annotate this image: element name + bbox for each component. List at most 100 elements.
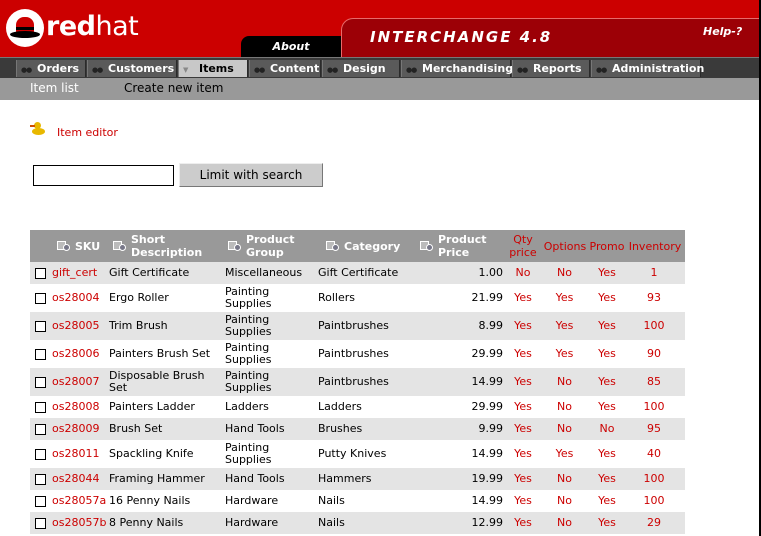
col-header-inventory: Inventory [628,239,682,253]
nav-item-design[interactable]: ●● Design [322,60,400,77]
cell-options: Yes [555,319,574,332]
cell-promo: Yes [598,516,616,529]
nav-item-orders[interactable]: ●● Orders [16,60,86,77]
redhat-logo[interactable]: redhat [6,9,139,49]
col-header-category[interactable]: Category [326,230,421,262]
cell-price: 19.99 [471,472,504,485]
cell-category: Gift Certificate [318,266,399,279]
cell-qty-price: Yes [514,400,532,413]
cell-product-group: Ladders [225,400,269,413]
col-header-product-price[interactable]: Product Price [420,230,510,262]
cell-promo: Yes [598,494,616,507]
cell-inventory: 1 [650,266,658,279]
cell-options: No [557,422,572,435]
cell-qty-price: Yes [514,319,532,332]
search-input[interactable] [33,165,174,186]
col-header-product-group[interactable]: Product Group [228,230,318,262]
cell-sku[interactable]: os28006 [52,340,108,368]
cell-qty-price: Yes [514,447,532,460]
cell-sku[interactable]: gift_cert [52,262,108,284]
col-header-sku[interactable]: SKU [57,230,107,262]
limit-with-search-button[interactable]: Limit with search [179,163,323,187]
cell-qty-price: No [515,266,531,279]
row-checkbox[interactable] [35,517,46,529]
nav-item-merchandising[interactable]: ●● Merchandising [401,60,513,77]
cell-sku[interactable]: os28057a [52,490,108,512]
row-checkbox[interactable] [35,267,46,279]
cell-sku[interactable]: os28005 [52,312,108,340]
nav-item-reports[interactable]: ●● Reports [512,60,590,77]
row-checkbox[interactable] [35,320,46,332]
table-row: os28007 Disposable Brush Set Painting Supp… [30,368,685,396]
cell-sku[interactable]: os28011 [52,440,108,468]
subnav-item-list[interactable]: Item list [30,81,79,95]
nav-item-items[interactable]: ▼ Items [178,60,248,77]
cell-sku[interactable]: os28004 [52,284,108,312]
row-checkbox[interactable] [35,401,46,413]
cell-sku[interactable]: os28007 [52,368,108,396]
cell-sku[interactable]: os28057b [52,512,108,534]
item-editor-link[interactable]: Item editor [57,126,118,139]
nav-item-content[interactable]: ●● Content [249,60,321,77]
cell-price: 8.99 [478,319,504,332]
row-checkbox[interactable] [35,495,46,507]
cell-product-group: Hand Tools [225,422,285,435]
row-select-cell [35,312,49,340]
help-link[interactable]: Help-? [703,25,742,38]
row-select-cell [35,396,49,418]
cell-qty-price: Yes [514,516,532,529]
nav-item-customers[interactable]: ●● Customers [87,60,177,77]
table-row: os28057b 8 Penny Nails Hardware Nails 12.99 Y… [30,512,685,534]
cell-promo: Yes [598,347,616,360]
cell-inventory: 100 [643,472,665,485]
main-nav: ●● Orders ●● Customers ▼ Items ●● Content ●●… [0,57,761,78]
row-checkbox[interactable] [35,348,46,360]
cell-product-group: Painting Supplies [225,313,272,338]
col-header-qty-price: Qty price [509,233,537,259]
cell-options: Yes [555,291,574,304]
row-checkbox[interactable] [35,473,46,485]
row-checkbox[interactable] [35,376,46,388]
sort-icon [420,240,434,252]
row-checkbox[interactable] [35,423,46,435]
about-tab[interactable]: About [241,36,341,57]
cell-inventory: 40 [647,447,661,460]
cell-sku[interactable]: os28009 [52,418,108,440]
nav-item-administration[interactable]: ●● Administration [591,60,704,77]
cell-sku[interactable]: os28044 [52,468,108,490]
cell-promo: Yes [598,266,616,279]
subnav-create-new-item[interactable]: Create new item [124,81,223,95]
row-checkbox[interactable] [35,292,46,304]
chevron-down-icon: ▼ [183,66,188,74]
sort-icon [326,240,340,252]
cell-sku[interactable]: os28008 [52,396,108,418]
table-row: os28009 Brush Set Hand Tools Brushes 9.99 Yes… [30,418,685,440]
cell-price: 1.00 [478,266,504,279]
cell-product-group: Painting Supplies [225,285,272,310]
cell-description: Ergo Roller [109,291,169,304]
cell-price: 29.99 [471,347,504,360]
cell-options: No [557,494,572,507]
cell-description: Disposable Brush Set [109,369,205,394]
cell-promo: No [599,422,615,435]
cell-qty-price: Yes [514,422,532,435]
cell-category: Hammers [318,472,372,485]
cell-price: 29.99 [471,400,504,413]
row-checkbox[interactable] [35,448,46,460]
cell-options: Yes [555,347,574,360]
table-body: gift_cert Gift Certificate Miscellaneous Gi… [30,262,685,534]
cell-options: No [557,266,572,279]
cell-category: Paintbrushes [318,375,389,388]
table-row: os28044 Framing Hammer Hand Tools Hammers 19… [30,468,685,490]
cell-product-group: Hardware [225,516,279,529]
cell-qty-price: Yes [514,375,532,388]
cell-category: Nails [318,494,345,507]
cell-inventory: 85 [647,375,661,388]
cell-inventory: 100 [643,319,665,332]
row-select-cell [35,490,49,512]
cell-category: Brushes [318,422,363,435]
row-select-cell [35,284,49,312]
cell-description: Brush Set [109,422,163,435]
col-header-description[interactable]: Short Description [113,230,213,262]
app-title: INTERCHANGE 4.8 [370,28,553,46]
